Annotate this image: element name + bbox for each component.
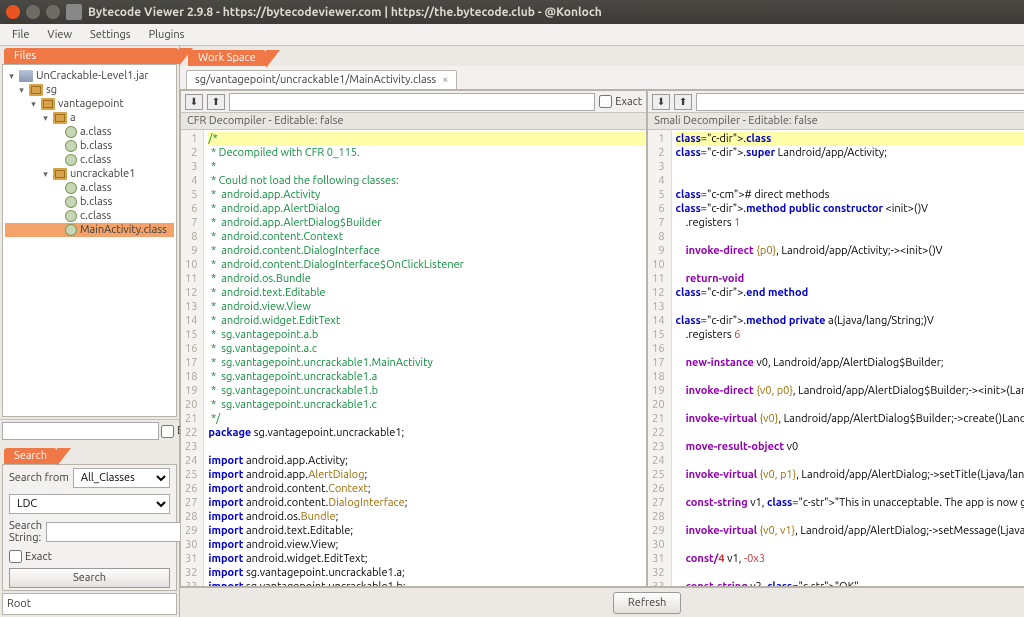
menu-plugins[interactable]: Plugins (141, 27, 193, 43)
search-type-select[interactable]: LDC (9, 494, 170, 514)
menu-settings[interactable]: Settings (82, 27, 139, 43)
smali-save-button[interactable]: ⬇ (652, 94, 670, 110)
tree-node[interactable]: ▾uncrackable1 (5, 167, 174, 181)
cfr-editor-header: CFR Decompiler - Editable: false (181, 113, 646, 130)
files-tree: ▾UnCrackable-Level1.jar▾sg▾vantagepoint▾… (2, 64, 177, 417)
tree-node[interactable]: b.class (5, 139, 174, 153)
refresh-button[interactable]: Refresh (613, 592, 681, 614)
search-exact-checkbox[interactable] (9, 550, 22, 563)
window-title: Bytecode Viewer 2.9.8 - https://bytecode… (88, 6, 602, 19)
tree-node[interactable]: b.class (5, 195, 174, 209)
search-string-label: Search String: (9, 520, 42, 544)
tree-node[interactable]: ▾a (5, 111, 174, 125)
search-from-label: Search from (9, 472, 69, 484)
tree-node[interactable]: ▾UnCrackable-Level1.jar (5, 69, 174, 83)
search-exact-label: Exact (25, 551, 52, 563)
tree-node[interactable]: ▾sg (5, 83, 174, 97)
tree-node[interactable]: c.class (5, 209, 174, 223)
search-root-label: Root (7, 598, 31, 610)
tree-node[interactable]: c.class (5, 153, 174, 167)
smali-code-area[interactable]: 1 2 3 4 5 6 7 8 9 10 11 12 13 14 15 16 1… (648, 130, 1024, 586)
tree-node[interactable]: a.class (5, 181, 174, 195)
file-tab-label: sg/vantagepoint/uncrackable1/MainActivit… (195, 74, 436, 86)
close-icon[interactable]: × (442, 74, 448, 86)
smali-editor-header: Smali Decompiler - Editable: false (648, 113, 1024, 130)
titlebar: Bytecode Viewer 2.9.8 - https://bytecode… (0, 0, 1024, 24)
window-maximize-button[interactable] (46, 5, 60, 19)
cfr-exact-checkbox[interactable] (599, 95, 612, 108)
tree-node[interactable]: a.class (5, 125, 174, 139)
search-panel-tab[interactable]: Search (4, 448, 57, 464)
search-results: Root (2, 593, 177, 615)
search-button[interactable]: Search (9, 568, 170, 588)
smali-up-button[interactable]: ⬆ (674, 94, 692, 110)
files-filter-input[interactable] (2, 422, 159, 440)
cfr-save-button[interactable]: ⬇ (185, 94, 203, 110)
window-close-button[interactable] (6, 5, 20, 19)
smali-search-input[interactable] (696, 93, 1024, 111)
smali-editor-pane: ⬇ ⬆ Exact Smali Decompiler - Editable: f… (647, 90, 1024, 587)
tree-node[interactable]: ▾vantagepoint (5, 97, 174, 111)
file-tab-mainactivity[interactable]: sg/vantagepoint/uncrackable1/MainActivit… (186, 70, 457, 89)
search-from-select[interactable]: All_Classes (73, 468, 170, 488)
cfr-editor-pane: ⬇ ⬆ Exact CFR Decompiler - Editable: fal… (180, 90, 647, 587)
file-tab-bar: sg/vantagepoint/uncrackable1/MainActivit… (180, 66, 1024, 90)
menu-file[interactable]: File (4, 27, 37, 43)
app-icon (66, 4, 82, 20)
files-panel-tab[interactable]: Files (4, 48, 179, 64)
menubar: File View Settings Plugins (0, 24, 1024, 46)
cfr-search-input[interactable] (229, 93, 595, 111)
menu-view[interactable]: View (39, 27, 80, 43)
files-exact-checkbox[interactable] (161, 425, 174, 438)
tree-node[interactable]: MainActivity.class (5, 223, 174, 237)
cfr-up-button[interactable]: ⬆ (207, 94, 225, 110)
window-minimize-button[interactable] (26, 5, 40, 19)
workspace-panel-tab[interactable]: Work Space (188, 50, 266, 66)
cfr-code-area[interactable]: 1 2 3 4 5 6 7 8 9 10 11 12 13 14 15 16 1… (181, 130, 646, 586)
